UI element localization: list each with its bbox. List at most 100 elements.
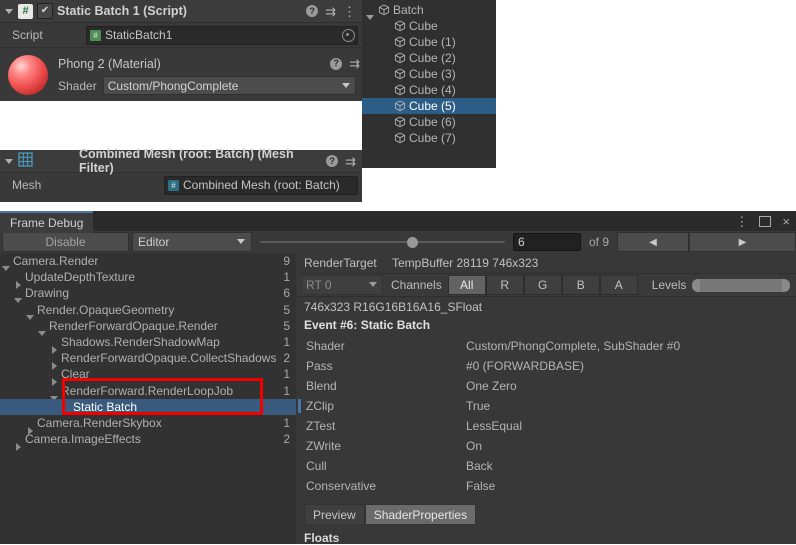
render-target-label: RenderTarget (304, 256, 377, 270)
channel-button-b[interactable]: B (561, 275, 600, 295)
frame-event-label: Shadows.RenderShadowMap (61, 335, 220, 350)
tab-frame-debug[interactable]: Frame Debug (0, 211, 94, 233)
property-row: Blend One Zero (298, 376, 796, 396)
help-icon[interactable]: ? (330, 57, 343, 70)
target-popup[interactable]: Editor (132, 232, 252, 252)
frame-event-count: 2 (283, 432, 290, 447)
frame-event-count: 6 (283, 286, 290, 301)
hierarchy-item-label: Cube (1) (409, 35, 456, 49)
hierarchy-item-label: Cube (7) (409, 131, 456, 145)
hierarchy-item[interactable]: Cube (7) (362, 130, 496, 146)
levels-slider-max-handle[interactable] (782, 278, 790, 292)
preset-icon[interactable]: ⇉ (349, 57, 360, 70)
hierarchy-panel[interactable]: Batch Cube Cube (1) Cube (2) Cube (3) Cube (4… (362, 0, 496, 168)
channel-button-g[interactable]: G (523, 275, 562, 295)
hierarchy-item-label: Cube (6) (409, 115, 456, 129)
help-icon[interactable]: ? (326, 155, 339, 167)
close-icon[interactable]: × (782, 214, 790, 229)
property-key: Shader (306, 339, 345, 353)
hierarchy-item[interactable]: Cube (6) (362, 114, 496, 130)
cube-icon (394, 84, 406, 96)
levels-slider-min-handle[interactable] (692, 278, 701, 292)
script-field-row: Script # StaticBatch1 (0, 23, 362, 47)
hierarchy-item-label: Batch (393, 3, 424, 17)
scroll-position-marker (298, 399, 301, 413)
event-title: Event #6: Static Batch (304, 318, 431, 332)
mesh-field-label: Mesh (12, 178, 42, 192)
channels-label: Channels (391, 278, 442, 292)
hierarchy-item[interactable]: Cube (362, 18, 496, 34)
frame-event-label: UpdateDepthTexture (25, 270, 136, 285)
script-field-value: StaticBatch1 (105, 28, 173, 42)
script-object-field[interactable]: # StaticBatch1 (86, 25, 358, 45)
mesh-field-row: Mesh # Combined Mesh (root: Batch) (0, 173, 362, 197)
draw-call-properties: Shader Custom/PhongComplete, SubShader #0… (298, 336, 796, 496)
preset-icon[interactable]: ⇉ (345, 155, 356, 168)
floats-section-header: Floats (304, 531, 340, 545)
frame-event-row[interactable]: UpdateDepthTexture 1 (0, 269, 296, 290)
hierarchy-item[interactable]: Cube (2) (362, 50, 496, 66)
mesh-filter-component-header[interactable]: Combined Mesh (root: Batch) (Mesh Filter… (0, 147, 362, 175)
property-value: Custom/PhongComplete, SubShader #0 (466, 339, 681, 353)
hierarchy-item[interactable]: Cube (4) (362, 82, 496, 98)
frame-event-label: RenderForwardOpaque.Render (49, 318, 218, 333)
help-icon[interactable]: ? (306, 5, 319, 17)
frame-event-count: 1 (283, 367, 290, 382)
channel-button-r[interactable]: R (485, 275, 524, 295)
channel-button-group: All R G B A (447, 275, 638, 295)
frame-event-row[interactable]: Shadows.RenderShadowMap 1 (0, 334, 296, 355)
window-menu-icon[interactable]: ⋮ (735, 215, 748, 228)
frame-event-row[interactable]: Camera.ImageEffects 2 (0, 431, 296, 452)
event-total-label: of 9 (588, 235, 609, 249)
preview-tab-shaderproperties[interactable]: ShaderProperties (364, 504, 477, 525)
disable-button[interactable]: Disable (2, 232, 129, 252)
script-icon: # (18, 3, 33, 19)
foldout-arrow-icon[interactable] (4, 156, 14, 166)
frame-event-row[interactable]: Camera.RenderSkybox 1 (0, 415, 296, 435)
cube-icon (394, 116, 406, 128)
channel-button-all[interactable]: All (447, 275, 486, 295)
script-field-label: Script (12, 28, 43, 42)
hierarchy-item[interactable]: Cube (3) (362, 66, 496, 82)
property-row: ZWrite On (298, 436, 796, 456)
frame-event-row[interactable]: Drawing 6 (0, 285, 296, 304)
property-key: Cull (306, 459, 327, 473)
frame-event-count: 5 (283, 302, 290, 317)
frame-event-row[interactable]: Camera.Render 9 (0, 253, 296, 272)
component-enabled-checkbox[interactable]: ✔ (37, 3, 53, 19)
property-value: Back (466, 459, 493, 473)
rt-index-popup[interactable]: RT 0 (301, 275, 383, 295)
preset-icon[interactable]: ⇉ (325, 5, 336, 18)
preview-tab-preview[interactable]: Preview (304, 504, 365, 525)
frame-event-row[interactable]: RenderForwardOpaque.Render 5 (0, 318, 296, 336)
frame-debugger-detail-panel: RenderTarget TempBuffer 28119 746x323 RT… (298, 253, 796, 545)
event-index-input[interactable]: 6 (512, 233, 581, 251)
mesh-filter-panel: Combined Mesh (root: Batch) (Mesh Filter… (0, 147, 362, 202)
prev-event-button[interactable]: ◀ (617, 232, 689, 252)
frame-event-row[interactable]: Render.OpaqueGeometry 5 (0, 302, 296, 320)
event-slider[interactable] (260, 233, 505, 251)
script-asset-icon: # (90, 29, 101, 41)
hierarchy-item-label: Cube (5) (409, 99, 456, 113)
foldout-arrow-icon[interactable] (4, 6, 14, 16)
event-slider-knob[interactable] (406, 237, 418, 248)
mesh-object-field[interactable]: # Combined Mesh (root: Batch) (164, 175, 358, 195)
levels-slider-bar (698, 278, 784, 292)
mesh-filter-icon (18, 152, 33, 170)
static-batch-component-header[interactable]: # ✔ Static Batch 1 (Script) ? ⇉ ⋮ (0, 0, 362, 23)
hierarchy-item-label: Cube (2) (409, 51, 456, 65)
maximize-icon[interactable] (759, 215, 772, 227)
render-target-format: 746x323 R16G16B16A16_SFloat (304, 299, 483, 314)
context-menu-icon[interactable]: ⋮ (343, 5, 356, 18)
shader-dropdown[interactable]: Custom/PhongComplete (102, 76, 356, 95)
mesh-field-value: Combined Mesh (root: Batch) (183, 178, 340, 192)
frame-event-row[interactable]: RenderForwardOpaque.CollectShadows 2 (0, 350, 296, 371)
hierarchy-item[interactable]: Cube (1) (362, 34, 496, 50)
hierarchy-item[interactable]: Cube (5) (362, 98, 496, 114)
object-picker-icon[interactable] (342, 28, 355, 42)
next-event-button[interactable]: ▶ (689, 232, 796, 252)
levels-slider[interactable] (692, 278, 790, 292)
frame-event-label: Camera.ImageEffects (25, 432, 141, 447)
hierarchy-item[interactable]: Batch (362, 2, 496, 20)
channel-button-a[interactable]: A (599, 275, 638, 295)
